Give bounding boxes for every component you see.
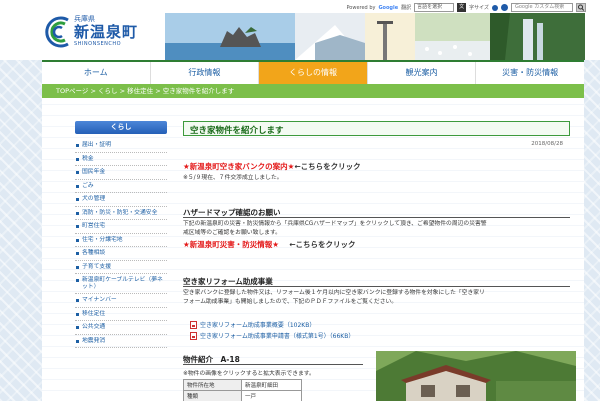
reform-text: 空き家バンクに登録した物件又は、リフォーム後１ケ月以内に空き家バンクに登録する物… (183, 290, 485, 305)
breadcrumb-migration[interactable]: 移住定住 (127, 87, 153, 95)
hazard-text: 下記の新温泉町の災害・防災情報から「兵庫県CGハザードマップ」をクリックして頂き… (183, 221, 487, 236)
pdf-icon (190, 320, 197, 329)
main-content: 空き家物件を紹介します 2018/08/28 ★新温泉町空き家バンクの案内★←こ… (178, 121, 578, 401)
sidebar-item-dogs[interactable]: 犬の管理 (75, 193, 167, 207)
pdf-link-application[interactable]: 空き家リフォーム助成事業申請書（様式第1号）（66KB） (190, 331, 354, 340)
breadcrumb-top[interactable]: TOPページ (56, 87, 88, 95)
search-button[interactable] (576, 3, 586, 12)
sidebar-item-safety[interactable]: 消防・防災・防犯・交通安全 (75, 207, 167, 220)
table-row: 物件所在地 新温泉町細田 (183, 379, 302, 391)
sidebar: くらし 届出・証明 税金 国民年金 ごみ 犬の管理 消防・防災・防犯・交通安全 … (75, 121, 167, 401)
click-here-label: ←こちらをクリック (294, 162, 361, 171)
global-nav: ホーム 行政情報 くらしの情報 観光案内 災害・防災情報 (42, 60, 584, 84)
font-size-button-small[interactable] (492, 4, 498, 11)
sidebar-item-childcare[interactable]: 子育て支援 (75, 261, 167, 274)
nav-home[interactable]: ホーム (42, 62, 150, 84)
bank-link-row: ★新温泉町空き家バンクの案内★←こちらをクリック (183, 161, 361, 172)
sidebar-list: 届出・証明 税金 国民年金 ごみ 犬の管理 消防・防災・防犯・交通安全 町営住宅… (75, 139, 167, 348)
nav-disaster-info[interactable]: 災害・防災情報 (475, 62, 584, 84)
town-emblem-icon (45, 16, 69, 48)
header-banner (165, 13, 585, 60)
page-title: 空き家物件を紹介します (190, 126, 284, 136)
site-header: 兵庫県 新温泉町 SHINONSENCHO Powered by Google … (0, 0, 600, 60)
font-size-label[interactable]: 字サイズ (469, 4, 489, 11)
sidebar-item-earthquake[interactable]: 地震発消 (75, 335, 167, 348)
sidebar-item-consultation[interactable]: 各種相談 (75, 247, 167, 261)
nav-living-info[interactable]: くらしの情報 (258, 62, 367, 84)
sidebar-item-transport[interactable]: 公共交通 (75, 321, 167, 335)
sidebar-item-pension[interactable]: 国民年金 (75, 166, 167, 180)
hazard-divider (183, 217, 570, 218)
sidebar-item-housing-land[interactable]: 住宅・分譲宅地 (75, 234, 167, 247)
pdf-link-overview[interactable]: 空き家リフォーム助成事業概要（102KB） (190, 320, 315, 329)
town-name: 新温泉町 (74, 23, 139, 41)
font-size-icon: 文 (457, 3, 467, 12)
town-romanized: SHINONSENCHO (74, 41, 122, 47)
translate-label: 翻訳 (401, 5, 412, 11)
sidebar-header: くらし (75, 121, 167, 134)
search-input[interactable]: Google カスタム検索 (511, 3, 573, 12)
sidebar-item-public-housing[interactable]: 町営住宅 (75, 220, 167, 234)
site-logo[interactable]: 兵庫県 新温泉町 SHINONSENCHO (44, 14, 164, 52)
language-select[interactable]: 言語を選択 (414, 3, 455, 12)
sidebar-item-migration[interactable]: 移住定住 (75, 308, 167, 321)
reform-divider (183, 286, 570, 287)
update-date: 2018/08/28 (531, 141, 563, 147)
google-label: Google (378, 4, 399, 11)
table-row: 種類 一戸 (183, 390, 302, 401)
breadcrumb-living[interactable]: くらし (98, 87, 118, 95)
akiya-bank-link[interactable]: ★新温泉町空き家バンクの案内★ (183, 162, 294, 171)
sidebar-item-my-number[interactable]: マイナンバー (75, 294, 167, 308)
property-divider (183, 364, 363, 365)
nav-tourism[interactable]: 観光案内 (366, 62, 476, 84)
sidebar-item-garbage[interactable]: ごみ (75, 180, 167, 193)
font-size-button-large[interactable] (501, 4, 508, 11)
click-here-label-2: ←こちらをクリック (289, 240, 356, 249)
breadcrumb-current: 空き家物件を紹介します (162, 87, 235, 95)
search-icon (578, 4, 585, 11)
property-note: ※物件の画像をクリックすると拡大表示できます。 (183, 371, 315, 377)
disaster-link-row: ★新温泉町災害・防災情報★ ←こちらをクリック (183, 239, 355, 250)
powered-by-label: Powered by (346, 4, 376, 11)
property-photo[interactable] (376, 351, 576, 401)
page-title-box: 空き家物件を紹介します (183, 121, 570, 136)
sidebar-item-tax[interactable]: 税金 (75, 153, 167, 166)
disaster-info-link[interactable]: ★新温泉町災害・防災情報★ (183, 240, 279, 249)
pdf-icon (190, 331, 197, 340)
sidebar-item-notification[interactable]: 届出・証明 (75, 139, 167, 153)
utility-bar: Powered by Google 翻訳 言語を選択 文 字サイズ Google… (346, 2, 586, 13)
breadcrumb: TOPページ > くらし > 移住定住 > 空き家物件を紹介します (42, 84, 584, 98)
sidebar-item-cable-tv[interactable]: 新温泉町ケーブルテレビ（夢ネット） (75, 274, 167, 294)
bank-note: ※５/９現在、７件交渉成立しました。 (183, 175, 283, 181)
property-table: 物件所在地 新温泉町細田 種類 一戸 土地 m² (183, 379, 302, 401)
nav-admin-info[interactable]: 行政情報 (149, 62, 259, 84)
